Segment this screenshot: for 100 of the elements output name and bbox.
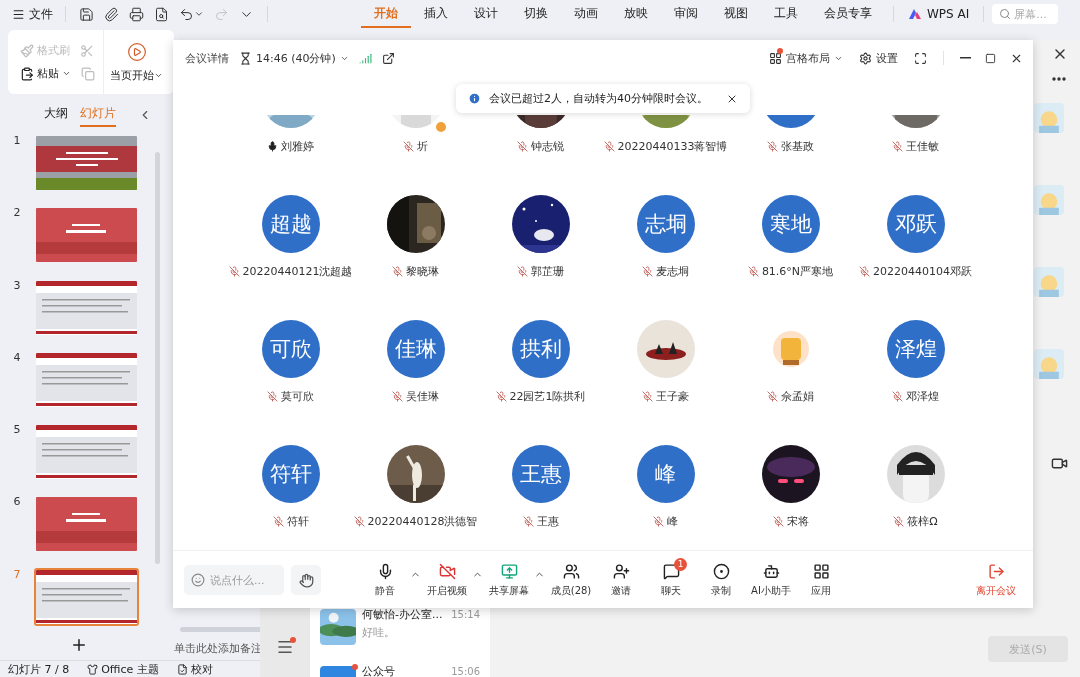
layout-button[interactable]: 宫格布局 <box>769 50 843 66</box>
menu-icon <box>276 638 294 656</box>
add-slide-button[interactable] <box>70 636 88 654</box>
signal-icon <box>358 51 372 65</box>
slide-number: 1 <box>12 133 22 149</box>
slideshow-button[interactable]: 当页开始 <box>104 41 169 83</box>
print-preview-icon <box>154 6 169 22</box>
toolbar-button[interactable]: 录制 <box>696 562 746 598</box>
alert-dot <box>290 637 296 643</box>
participant-name: 莫可欣 <box>281 389 314 404</box>
menu-button[interactable] <box>276 638 294 656</box>
minimize-icon <box>960 57 971 59</box>
ribbon-tab[interactable]: 会员专享 <box>811 0 885 28</box>
slide-number: 6 <box>12 495 22 511</box>
initials-avatar: 拱利 <box>511 320 570 378</box>
unread-badge: 1 <box>674 557 687 571</box>
conversation-name: 公众号 <box>362 666 395 677</box>
participant-name: 宋将 <box>786 514 809 529</box>
record-icon <box>712 562 730 580</box>
plus-icon <box>70 636 88 654</box>
search-icon <box>999 8 1012 20</box>
initials-avatar: 符轩 <box>261 445 320 503</box>
participant-name: 20220440104邓跃 <box>873 264 972 279</box>
participant-name: 王子豪 <box>656 389 689 404</box>
ribbon-tab[interactable]: 切换 <box>511 0 561 28</box>
slide-thumbnail[interactable] <box>34 206 139 265</box>
camera-off-icon <box>438 562 456 580</box>
alert-dot <box>777 47 783 54</box>
maximize-icon <box>985 52 996 64</box>
ribbon-tab[interactable]: 设计 <box>461 0 511 28</box>
notes-placeholder[interactable]: 单击此处添加备注 <box>174 642 262 656</box>
slide-thumbnail[interactable] <box>34 423 139 482</box>
slide-thumbnail[interactable] <box>34 278 139 337</box>
save-icon <box>79 6 94 22</box>
ribbon-tab[interactable]: 工具 <box>761 0 811 28</box>
slide-number: 3 <box>12 278 22 294</box>
ai-logo-icon <box>908 8 922 20</box>
participant-name: 邓泽煌 <box>906 389 939 404</box>
slide-thumbnail[interactable] <box>34 495 139 554</box>
leave-meeting-button[interactable]: 离开会议 <box>971 562 1021 598</box>
participant-name: 峰 <box>667 514 678 529</box>
slide-thumbnail[interactable] <box>34 350 139 409</box>
more-button[interactable] <box>1052 77 1066 81</box>
conversation-name: 何敏怡-办公室... <box>362 609 443 620</box>
initials-avatar: 泽煌 <box>886 320 945 378</box>
grid-icon <box>769 51 782 65</box>
ribbon-tab[interactable]: 插入 <box>411 0 461 28</box>
meeting-timer[interactable]: 14:46 (40分钟) <box>239 50 349 66</box>
people-icon <box>562 562 580 580</box>
slide-thumbnail[interactable] <box>34 567 139 626</box>
scrollbar[interactable] <box>180 627 262 632</box>
pop-out-button[interactable] <box>381 51 395 65</box>
ribbon-tab[interactable]: 视图 <box>711 0 761 28</box>
pop-out-icon <box>381 51 395 65</box>
fullscreen-icon <box>914 51 927 65</box>
unread-dot <box>352 664 358 670</box>
scrollbar[interactable] <box>155 152 160 564</box>
initials-avatar: 峰 <box>636 445 695 503</box>
ribbon-tab[interactable]: 审阅 <box>661 0 711 28</box>
robot-icon <box>762 562 780 580</box>
search-field[interactable]: 屏幕... <box>992 4 1059 24</box>
participant-name: 王佳敏 <box>906 139 939 154</box>
notice-text: 会议已超过2人，自动转为40分钟限时会议。 <box>489 91 708 106</box>
redo-icon <box>214 6 229 22</box>
file-menu[interactable]: 文件 <box>8 3 57 25</box>
toolbar-button[interactable]: AI小助手 <box>746 562 796 598</box>
clipboard-icon <box>20 66 34 81</box>
toolbar-button[interactable]: 静音 <box>360 562 410 598</box>
panel-tab[interactable]: 大纲 <box>44 102 68 128</box>
ribbon-tab[interactable]: 动画 <box>561 0 611 28</box>
ribbon-tab[interactable]: 放映 <box>611 0 661 28</box>
add-person-icon <box>612 562 630 580</box>
toolbar-button[interactable]: 邀请 <box>596 562 646 598</box>
fullscreen-button[interactable] <box>914 51 927 65</box>
conversation-item[interactable]: 何敏怡-办公室... 15:14 好哇。 <box>310 608 490 665</box>
paste-button[interactable]: 粘贴 <box>20 66 71 81</box>
slide-thumbnail[interactable] <box>34 133 139 192</box>
toolbar-button[interactable]: 应用 <box>796 562 846 598</box>
participant-name: 刘雅婷 <box>281 139 314 154</box>
participant-name: 22园艺1陈拱利 <box>509 389 586 404</box>
proofing-button[interactable]: 校对 <box>176 661 213 677</box>
conversation-item[interactable]: 公众号 15:06 <box>310 665 490 677</box>
participant-name: 筱梓Ω <box>907 514 938 529</box>
toolbar-button[interactable]: 共享屏幕 <box>484 562 534 598</box>
settings-button[interactable]: 设置 <box>859 50 898 66</box>
caret-icon <box>194 9 204 19</box>
raise-hand-button[interactable] <box>291 565 321 595</box>
meeting-details-link[interactable]: 会议详情 <box>185 50 229 66</box>
wps-ai-button[interactable]: WPS AI <box>902 6 976 22</box>
participant-name: 20220440121沈超越 <box>242 264 353 279</box>
maximize-button[interactable] <box>985 52 996 64</box>
theme-button[interactable]: Office 主题 <box>87 661 159 677</box>
settings-icon <box>859 51 872 65</box>
info-icon <box>468 92 481 105</box>
message-preview: 好哇。 <box>362 625 396 640</box>
slide-number: 4 <box>12 350 22 366</box>
chat-input-field[interactable]: 说点什么... <box>184 565 284 595</box>
caret-icon <box>62 69 71 78</box>
toolbar-button[interactable]: 成员(28) <box>546 562 596 598</box>
toolbar-button[interactable]: 开启视频 <box>422 562 472 598</box>
